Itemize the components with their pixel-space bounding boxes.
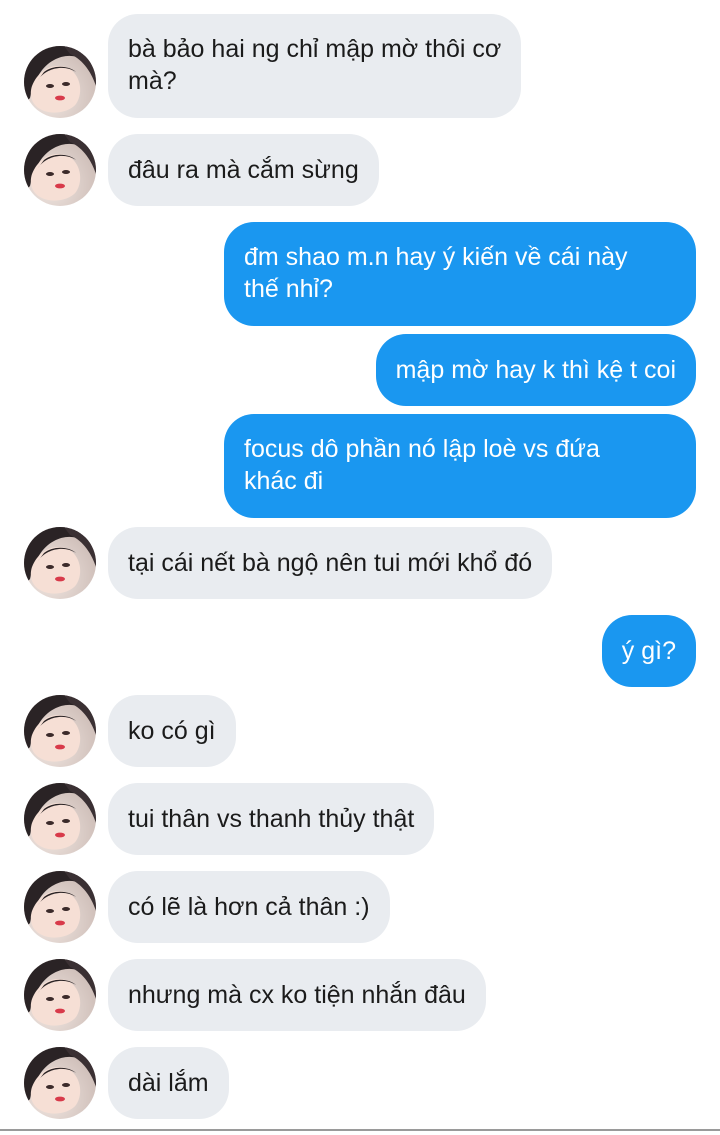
contact-avatar[interactable]	[24, 46, 96, 118]
contact-avatar[interactable]	[24, 871, 96, 943]
message-text: khác đi	[244, 467, 324, 495]
message-row: bà bảo hai ng chỉ mập mờ thôi cơ mà?	[0, 14, 720, 118]
message-text: focus dô phần nó lập loè vs đứa	[244, 435, 600, 463]
incoming-message-bubble[interactable]: tui thân vs thanh thủy thật	[108, 783, 435, 855]
contact-avatar[interactable]	[24, 1047, 96, 1119]
contact-avatar[interactable]	[24, 695, 96, 767]
contact-avatar[interactable]	[24, 134, 96, 206]
message-text: dài lắm	[128, 1069, 209, 1097]
incoming-message-bubble[interactable]: dài lắm	[108, 1047, 229, 1119]
contact-avatar[interactable]	[24, 959, 96, 1031]
message-text: ko có gì	[128, 717, 216, 745]
message-text: nhưng mà cx ko tiện nhắn đâu	[128, 981, 466, 1009]
message-text: ý gì?	[621, 637, 676, 665]
contact-avatar[interactable]	[24, 527, 96, 599]
message-row: mập mờ hay k thì kệ t coi	[0, 334, 720, 406]
message-row: đâu ra mà cắm sừng	[0, 134, 720, 206]
incoming-message-bubble[interactable]: ko có gì	[108, 695, 236, 767]
incoming-message-bubble[interactable]: nhưng mà cx ko tiện nhắn đâu	[108, 959, 486, 1031]
message-row: đm shao m.n hay ý kiến về cái này thế nh…	[0, 222, 720, 326]
bottom-divider	[0, 1129, 720, 1131]
contact-avatar[interactable]	[24, 783, 96, 855]
incoming-message-bubble[interactable]: bà bảo hai ng chỉ mập mờ thôi cơ mà?	[108, 14, 522, 118]
message-row: nhưng mà cx ko tiện nhắn đâu	[0, 959, 720, 1031]
message-text: có lẽ là hơn cả thân :)	[128, 893, 370, 921]
message-text: đâu ra mà cắm sừng	[128, 156, 359, 184]
message-row: tại cái nết bà ngộ nên tui mới khổ đó	[0, 527, 720, 599]
message-row: dài lắm	[0, 1047, 720, 1119]
incoming-message-bubble[interactable]: có lẽ là hơn cả thân :)	[108, 871, 390, 943]
outgoing-message-bubble[interactable]: ý gì?	[601, 615, 696, 687]
incoming-message-bubble[interactable]: đâu ra mà cắm sừng	[108, 134, 379, 206]
outgoing-message-bubble[interactable]: mập mờ hay k thì kệ t coi	[375, 334, 696, 406]
outgoing-message-bubble[interactable]: đm shao m.n hay ý kiến về cái này thế nh…	[224, 222, 696, 326]
message-text: tại cái nết bà ngộ nên tui mới khổ đó	[128, 549, 533, 577]
incoming-message-bubble[interactable]: tại cái nết bà ngộ nên tui mới khổ đó	[108, 527, 553, 599]
message-row: ko có gì	[0, 695, 720, 767]
message-row: tui thân vs thanh thủy thật	[0, 783, 720, 855]
outgoing-message-bubble[interactable]: focus dô phần nó lập loè vs đứa khác đi	[224, 414, 696, 518]
message-row: có lẽ là hơn cả thân :)	[0, 871, 720, 943]
message-text: thế nhỉ?	[244, 275, 333, 303]
message-row: focus dô phần nó lập loè vs đứa khác đi	[0, 414, 720, 518]
message-text: đm shao m.n hay ý kiến về cái này	[244, 243, 628, 271]
message-text: mập mờ hay k thì kệ t coi	[395, 356, 676, 384]
message-text: tui thân vs thanh thủy thật	[128, 805, 415, 833]
message-text: bà bảo hai ng chỉ mập mờ thôi cơ	[128, 35, 502, 63]
message-row: ý gì?	[0, 615, 720, 687]
message-text: mà?	[128, 67, 177, 95]
